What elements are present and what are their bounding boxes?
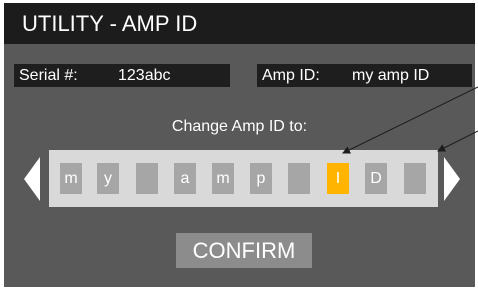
callout-arrow-selected-char <box>342 86 478 154</box>
callout-arrow-strip <box>437 130 478 152</box>
callout-lines <box>342 86 478 154</box>
